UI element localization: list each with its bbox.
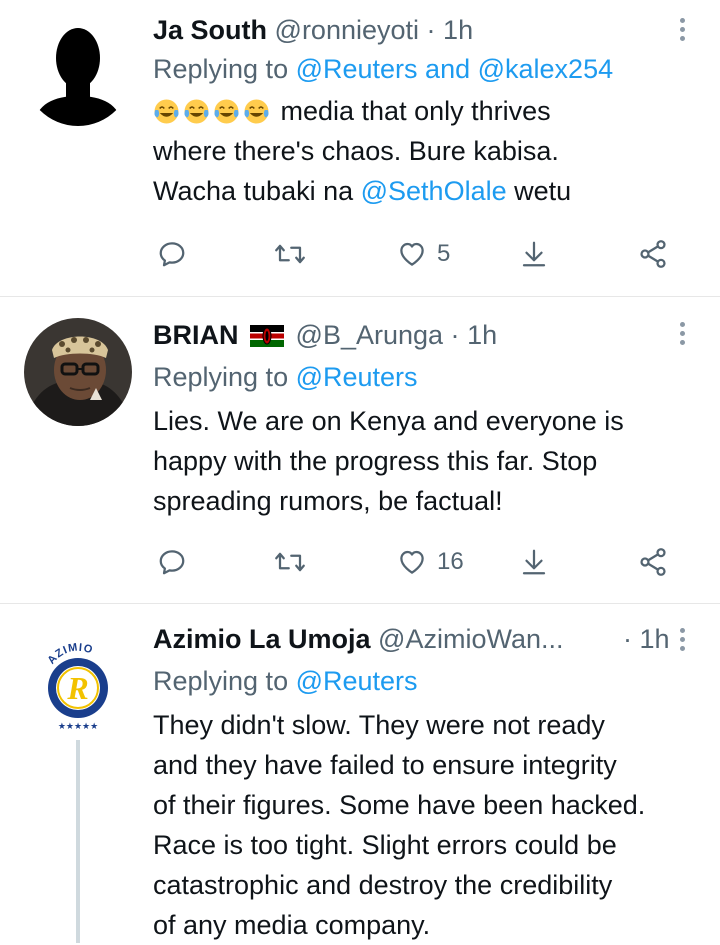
timestamp[interactable]: 1h bbox=[467, 320, 497, 350]
replying-to: Replying to @Reuters bbox=[153, 357, 690, 397]
more-options-icon[interactable] bbox=[680, 18, 686, 41]
author-handle[interactable]: @ronnieyoti bbox=[275, 15, 419, 45]
author-handle[interactable]: @B_Arunga bbox=[296, 320, 444, 350]
tweet-text-line: They didn't slow. They were not ready bbox=[153, 710, 605, 740]
author-name[interactable]: Ja South bbox=[153, 15, 267, 45]
retweet-button[interactable] bbox=[273, 540, 307, 584]
separator-dot: · bbox=[623, 624, 632, 654]
face-with-tears-of-joy-icon bbox=[184, 99, 209, 124]
replying-to: Replying to @Reuters and @kalex254 bbox=[153, 49, 690, 89]
tweet-text-line: Wacha tubaki na @SethOlale wetu bbox=[153, 171, 690, 211]
bookmark-button[interactable] bbox=[519, 232, 549, 276]
avatar-stars-decoration: ★★★★★ bbox=[58, 722, 98, 732]
face-with-tears-of-joy-icon bbox=[244, 99, 269, 124]
thread-connector-line bbox=[76, 740, 80, 943]
more-options-icon[interactable] bbox=[680, 628, 686, 651]
tweet-text-line: media that only thrives bbox=[153, 91, 690, 131]
share-button[interactable] bbox=[637, 232, 669, 276]
tweet-1-header: Ja South @ronnieyoti · 1h bbox=[153, 10, 690, 50]
avatar-azimio[interactable]: AZIMIO R ★★★★★ bbox=[24, 628, 132, 736]
replying-prefix: Replying to bbox=[153, 666, 296, 696]
tweet-text-segment: Wacha tubaki na bbox=[153, 176, 361, 206]
silhouette-avatar-icon bbox=[34, 28, 122, 126]
bookmark-download-icon bbox=[522, 241, 546, 267]
replying-prefix: Replying to bbox=[153, 54, 296, 84]
replying-to: Replying to @Reuters bbox=[153, 661, 690, 701]
tweet-2-header: BRIAN @B_Arunga · 1h bbox=[153, 315, 690, 355]
mention-reuters[interactable]: @Reuters bbox=[296, 362, 418, 392]
separator-dot: · bbox=[426, 15, 436, 45]
share-icon bbox=[640, 548, 666, 576]
tweet-1-text: media that only thrives where there's ch… bbox=[153, 91, 690, 211]
author-name[interactable]: Azimio La Umoja bbox=[153, 624, 371, 654]
tweet-text-segment: media that only thrives bbox=[273, 96, 551, 126]
tweet-2[interactable]: BRIAN @B_Arunga · 1h Replying to @Reuter… bbox=[0, 297, 720, 604]
reply-icon bbox=[159, 550, 185, 575]
tweet-2-content: BRIAN @B_Arunga · 1h Replying to @Reuter… bbox=[153, 315, 690, 521]
face-with-tears-of-joy-icon bbox=[154, 99, 179, 124]
timestamp[interactable]: 1h bbox=[640, 624, 670, 654]
tweet-text-line: where there's chaos. Bure kabisa. bbox=[153, 136, 559, 166]
tweet-2-text: Lies. We are on Kenya and everyone is ha… bbox=[153, 401, 690, 521]
tweet-text-line: of any media company. bbox=[153, 910, 431, 940]
like-button[interactable]: 5 bbox=[397, 232, 450, 276]
tweet-3-text: They didn't slow. They were not ready an… bbox=[153, 705, 690, 945]
face-with-tears-of-joy-icon bbox=[214, 99, 239, 124]
like-count: 5 bbox=[437, 240, 451, 267]
reply-icon bbox=[159, 242, 185, 267]
tweet-1[interactable]: Ja South @ronnieyoti · 1h Replying to @R… bbox=[0, 0, 720, 297]
heart-icon bbox=[400, 550, 424, 574]
tweet-text-segment: wetu bbox=[506, 176, 572, 206]
tweet-text-line: catastrophic and destroy the credibility bbox=[153, 870, 613, 900]
replying-prefix: Replying to bbox=[153, 362, 296, 392]
tweet-3[interactable]: AZIMIO R ★★★★★ Azimio La Umoja @AzimioWa… bbox=[0, 604, 720, 943]
replying-and: and bbox=[417, 54, 478, 84]
tweet-text-line: of their figures. Some have been hacked. bbox=[153, 790, 646, 820]
author-handle[interactable]: @AzimioWan... bbox=[378, 624, 563, 654]
azimio-logo-icon: AZIMIO R ★★★★★ bbox=[45, 641, 108, 732]
share-icon bbox=[640, 240, 666, 268]
reply-button[interactable] bbox=[157, 540, 187, 584]
tweet-3-content: Azimio La Umoja @AzimioWan... · 1h Reply… bbox=[153, 619, 690, 945]
share-button[interactable] bbox=[637, 540, 669, 584]
avatar-ja-south[interactable] bbox=[24, 18, 132, 126]
mention-setholale[interactable]: @SethOlale bbox=[361, 176, 507, 206]
more-options-icon[interactable] bbox=[680, 322, 686, 345]
retweet-icon bbox=[275, 552, 305, 572]
tweet-text-line: spreading rumors, be factual! bbox=[153, 486, 503, 516]
bookmark-button[interactable] bbox=[519, 540, 549, 584]
tweet-text-line: and they have failed to ensure integrity bbox=[153, 750, 617, 780]
reply-button[interactable] bbox=[157, 232, 187, 276]
header-time-group: · 1h bbox=[623, 619, 670, 659]
like-count: 16 bbox=[437, 548, 464, 575]
tweet-text-line: happy with the progress this far. Stop bbox=[153, 446, 598, 476]
avatar-brian[interactable] bbox=[24, 318, 132, 426]
tweet-1-content: Ja South @ronnieyoti · 1h Replying to @R… bbox=[153, 10, 690, 211]
retweet-icon bbox=[275, 244, 305, 264]
author-name[interactable]: BRIAN bbox=[153, 320, 239, 350]
like-button[interactable]: 16 bbox=[397, 540, 464, 584]
kenya-flag-icon bbox=[250, 325, 285, 347]
portrait-avatar-icon bbox=[24, 318, 132, 426]
heart-icon bbox=[400, 242, 424, 266]
bookmark-download-icon bbox=[522, 549, 546, 575]
mention-reuters[interactable]: @Reuters bbox=[296, 54, 418, 84]
tweet-3-header: Azimio La Umoja @AzimioWan... · 1h bbox=[153, 619, 690, 659]
timestamp[interactable]: 1h bbox=[443, 15, 473, 45]
mention-reuters[interactable]: @Reuters bbox=[296, 666, 418, 696]
avatar-letter: R bbox=[66, 670, 88, 706]
separator-dot: · bbox=[450, 320, 460, 350]
mention-kalex254[interactable]: @kalex254 bbox=[478, 54, 614, 84]
tweet-text-line: Lies. We are on Kenya and everyone is bbox=[153, 406, 624, 436]
retweet-button[interactable] bbox=[273, 232, 307, 276]
tweet-2-actions: 16 bbox=[153, 540, 680, 584]
tweet-1-actions: 5 bbox=[153, 232, 680, 276]
tweet-text-line: Race is too tight. Slight errors could b… bbox=[153, 830, 617, 860]
